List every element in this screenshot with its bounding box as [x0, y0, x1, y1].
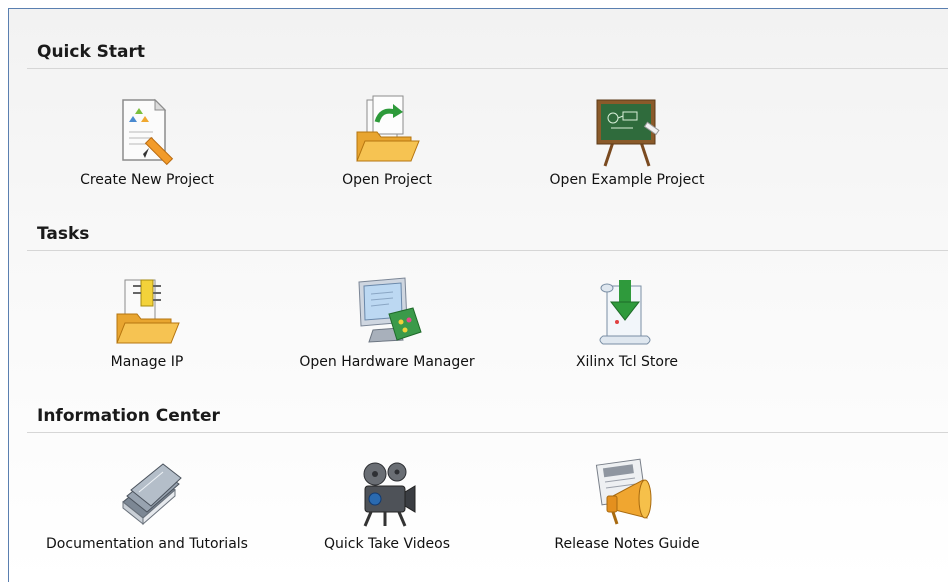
manage-ip-icon: [116, 279, 180, 344]
documentation-and-tutorials-button[interactable]: Documentation and Tutorials: [27, 446, 267, 556]
create-new-project-button[interactable]: Create New Project: [27, 82, 267, 192]
tile-label: Open Hardware Manager: [299, 354, 475, 370]
xilinx-tcl-store-button[interactable]: Xilinx Tcl Store: [507, 264, 747, 374]
open-example-project-button[interactable]: Open Example Project: [507, 82, 747, 192]
section-title: Tasks: [37, 224, 90, 244]
section-divider: [27, 68, 948, 69]
manage-ip-button[interactable]: Manage IP: [27, 264, 267, 374]
section-divider: [27, 432, 948, 433]
open-project-icon: [356, 95, 420, 162]
tile-label: Open Project: [342, 172, 432, 188]
section-quick-start: Quick Start Create New Project Open Proj…: [27, 24, 948, 206]
new-project-icon: [122, 98, 174, 166]
tile-label: Quick Take Videos: [323, 536, 451, 552]
tile-label: Create New Project: [80, 172, 214, 188]
tile-label: Release Notes Guide: [554, 536, 700, 552]
tile-label: Xilinx Tcl Store: [575, 354, 679, 370]
open-project-button[interactable]: Open Project: [267, 82, 507, 192]
section-information-center: Information Center Documentation and Tut…: [27, 388, 948, 570]
tcl-store-icon: [599, 280, 651, 345]
quick-take-videos-button[interactable]: Quick Take Videos: [267, 446, 507, 556]
video-camera-icon: [363, 462, 416, 527]
section-title: Information Center: [37, 406, 220, 426]
tile-label: Manage IP: [110, 354, 184, 370]
section-tasks: Tasks Manage IP Open Hardware Manager Xi…: [27, 206, 948, 388]
getting-started-panel: Quick Start Create New Project Open Proj…: [8, 8, 948, 582]
section-divider: [27, 250, 948, 251]
open-hardware-manager-button[interactable]: Open Hardware Manager: [267, 264, 507, 374]
example-project-icon: [596, 99, 660, 167]
documentation-icon: [122, 463, 182, 526]
section-title: Quick Start: [37, 42, 146, 62]
release-notes-guide-button[interactable]: Release Notes Guide: [507, 446, 747, 556]
tile-label: Documentation and Tutorials: [46, 536, 248, 552]
tile-label: Open Example Project: [549, 172, 705, 188]
hardware-manager-icon: [358, 277, 422, 343]
release-notes-icon: [595, 458, 652, 525]
